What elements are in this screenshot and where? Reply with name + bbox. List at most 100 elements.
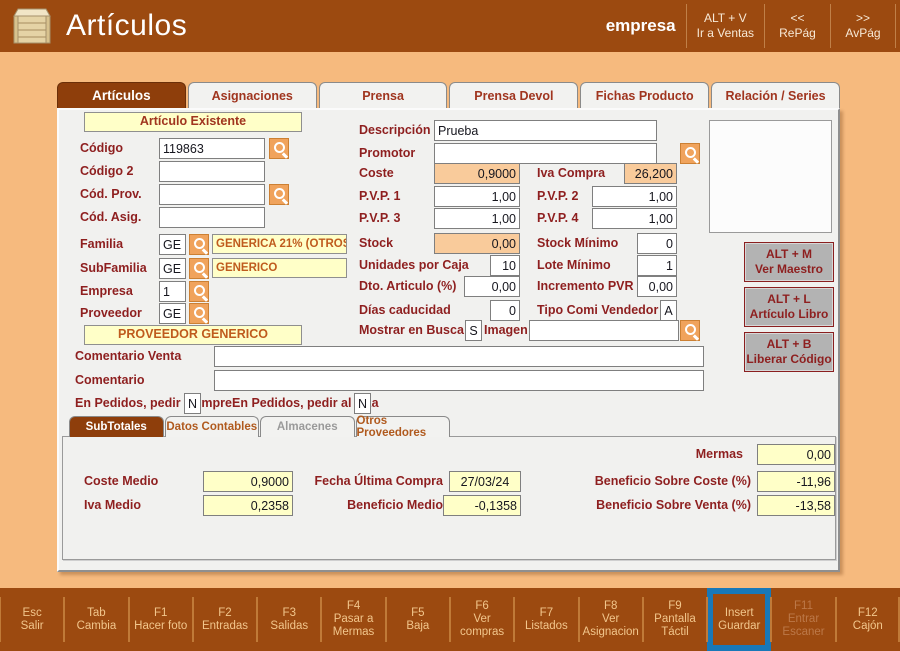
subfamilia-search-button[interactable] xyxy=(189,258,209,279)
comentario-input[interactable] xyxy=(214,370,704,391)
codigo-search-button[interactable] xyxy=(269,138,289,159)
dto-articulo-input[interactable] xyxy=(464,276,520,297)
pvp1-input[interactable] xyxy=(434,186,520,207)
coste-input[interactable] xyxy=(434,163,520,184)
proveedor-search-button[interactable] xyxy=(189,303,209,324)
tab-otros-proveedores[interactable]: Otros Proveedores xyxy=(355,415,450,439)
go-to-sales-shortcut: ALT + V xyxy=(704,11,747,25)
imagen-search-button[interactable] xyxy=(680,320,700,341)
iva-medio-input[interactable] xyxy=(203,495,293,516)
proveedor-banner: PROVEEDOR GENERICO xyxy=(84,325,302,345)
fn-f1-hacer-foto[interactable]: F1 Hacer foto xyxy=(127,588,193,651)
imagen-input[interactable] xyxy=(529,320,679,341)
beneficio-sobre-coste-input[interactable] xyxy=(757,471,835,492)
company-label: empresa xyxy=(605,16,676,35)
unidades-caja-input[interactable] xyxy=(490,255,520,276)
tab-datos-contables[interactable]: Datos Contables xyxy=(164,416,259,437)
cod-asig-input[interactable] xyxy=(159,207,265,228)
fn-f2-entradas[interactable]: F2 Entradas xyxy=(191,588,257,651)
liberar-codigo-label: Liberar Código xyxy=(746,352,832,366)
descripcion-input[interactable] xyxy=(434,120,657,141)
stock-input[interactable] xyxy=(434,233,520,254)
pedir-siempre-input[interactable] xyxy=(184,393,201,414)
imagen-label: Imagen xyxy=(484,323,528,337)
tab-subtotales[interactable]: SubTotales xyxy=(69,416,164,437)
pedir-alza-input[interactable] xyxy=(354,393,371,414)
fn-key: F11 xyxy=(794,600,813,612)
fn-esc-salir[interactable]: Esc Salir xyxy=(0,588,64,651)
tab-relacion-series[interactable]: Relación / Series xyxy=(711,82,840,108)
liberar-codigo-button[interactable]: ALT + B Liberar Código xyxy=(744,332,834,372)
tab-prensa-devol[interactable]: Prensa Devol xyxy=(449,82,579,108)
fn-f3-salidas[interactable]: F3 Salidas xyxy=(256,588,321,651)
cod-prov-label: Cód. Prov. xyxy=(80,187,142,201)
beneficio-sobre-venta-input[interactable] xyxy=(757,495,835,516)
status-badge: Artículo Existente xyxy=(84,112,302,132)
stock-minimo-input[interactable] xyxy=(637,233,677,254)
familia-description: GENERICA 21% (OTROS xyxy=(212,234,347,254)
mermas-label: Mermas xyxy=(695,447,743,461)
pvp3-label: P.V.P. 3 xyxy=(359,211,401,225)
tipo-comi-input[interactable] xyxy=(660,300,677,321)
familia-search-button[interactable] xyxy=(189,234,209,255)
fn-f4-pasar-a-mermas[interactable]: F4 Pasar a Mermas xyxy=(320,588,385,651)
empresa-search-button[interactable] xyxy=(189,281,209,302)
fn-f12-cajon[interactable]: F12 Cajón xyxy=(834,588,900,651)
cod-prov-search-button[interactable] xyxy=(269,184,289,205)
search-icon xyxy=(270,139,288,158)
go-to-sales-label: Ir a Ventas xyxy=(696,26,754,40)
fn-f8-ver-asignacion[interactable]: F8 Ver Asignacion xyxy=(577,588,643,651)
article-image-placeholder xyxy=(709,120,832,233)
subtotales-panel: SubTotales Datos Contables Almacenes Otr… xyxy=(62,415,836,560)
incremento-pvr-input[interactable] xyxy=(637,276,677,297)
tab-articulos[interactable]: Artículos xyxy=(57,82,186,108)
pedir-siempre-label: En Pedidos, pedir siempre xyxy=(75,396,232,410)
subfamilia-label: SubFamilia xyxy=(80,261,147,275)
page-down-button[interactable]: >> AvPág xyxy=(830,4,896,48)
fn-label: Listados xyxy=(524,619,568,632)
comentario-venta-input[interactable] xyxy=(214,346,704,367)
pvp4-input[interactable] xyxy=(592,208,677,229)
mermas-input[interactable] xyxy=(757,444,835,465)
fn-label: Entradas xyxy=(201,619,248,632)
subfamilia-input[interactable] xyxy=(159,258,186,279)
fn-insert-guardar[interactable]: Insert Guardar xyxy=(706,588,771,651)
fn-tab-cambia[interactable]: Tab Cambia xyxy=(63,588,128,651)
subfamilia-description: GENERICO xyxy=(212,258,347,278)
fn-f6-ver-compras[interactable]: F6 Ver compras xyxy=(448,588,514,651)
lote-minimo-input[interactable] xyxy=(637,255,677,276)
fn-label: Entrar Escaner xyxy=(782,613,825,638)
pvp2-input[interactable] xyxy=(592,186,677,207)
fn-label: Pantalla Táctil xyxy=(654,613,696,638)
articulo-libro-button[interactable]: ALT + L Artículo Libro xyxy=(744,287,834,327)
tab-asignaciones[interactable]: Asignaciones xyxy=(187,82,317,108)
proveedor-input[interactable] xyxy=(159,303,186,324)
promotor-search-button[interactable] xyxy=(680,143,700,164)
fn-f9-pantalla-tactil[interactable]: F9 Pantalla Táctil xyxy=(641,588,707,651)
iva-compra-input[interactable] xyxy=(624,163,677,184)
codigo-input[interactable] xyxy=(159,138,265,159)
promotor-input[interactable] xyxy=(434,143,657,164)
ver-maestro-button[interactable]: ALT + M Ver Maestro xyxy=(744,242,834,282)
mostrar-busca-input[interactable] xyxy=(465,320,482,341)
go-to-sales-button[interactable]: ALT + V Ir a Ventas xyxy=(685,4,764,48)
fecha-ultima-compra-label: Fecha Última Compra xyxy=(314,474,443,488)
fn-label: Ver compras xyxy=(460,613,505,638)
empresa-input[interactable] xyxy=(159,281,186,302)
tab-prensa[interactable]: Prensa xyxy=(318,82,448,108)
cod-prov-input[interactable] xyxy=(159,184,265,205)
coste-medio-input[interactable] xyxy=(203,471,293,492)
familia-input[interactable] xyxy=(159,234,186,255)
page-up-button[interactable]: << RePág xyxy=(764,4,830,48)
codigo2-input[interactable] xyxy=(159,161,265,182)
stock-label: Stock xyxy=(359,236,394,250)
pvp2-label: P.V.P. 2 xyxy=(537,189,579,203)
fn-f7-listados[interactable]: F7 Listados xyxy=(513,588,578,651)
fn-label: Ver Asignacion xyxy=(582,613,639,638)
lote-minimo-label: Lote Mínimo xyxy=(537,258,611,272)
title-bar: Artículos empresa ALT + V Ir a Ventas <<… xyxy=(0,0,900,52)
tab-fichas-producto[interactable]: Fichas Producto xyxy=(580,82,710,108)
dias-caducidad-input[interactable] xyxy=(490,300,520,321)
fn-f5-baja[interactable]: F5 Baja xyxy=(384,588,450,651)
pvp3-input[interactable] xyxy=(434,208,520,229)
